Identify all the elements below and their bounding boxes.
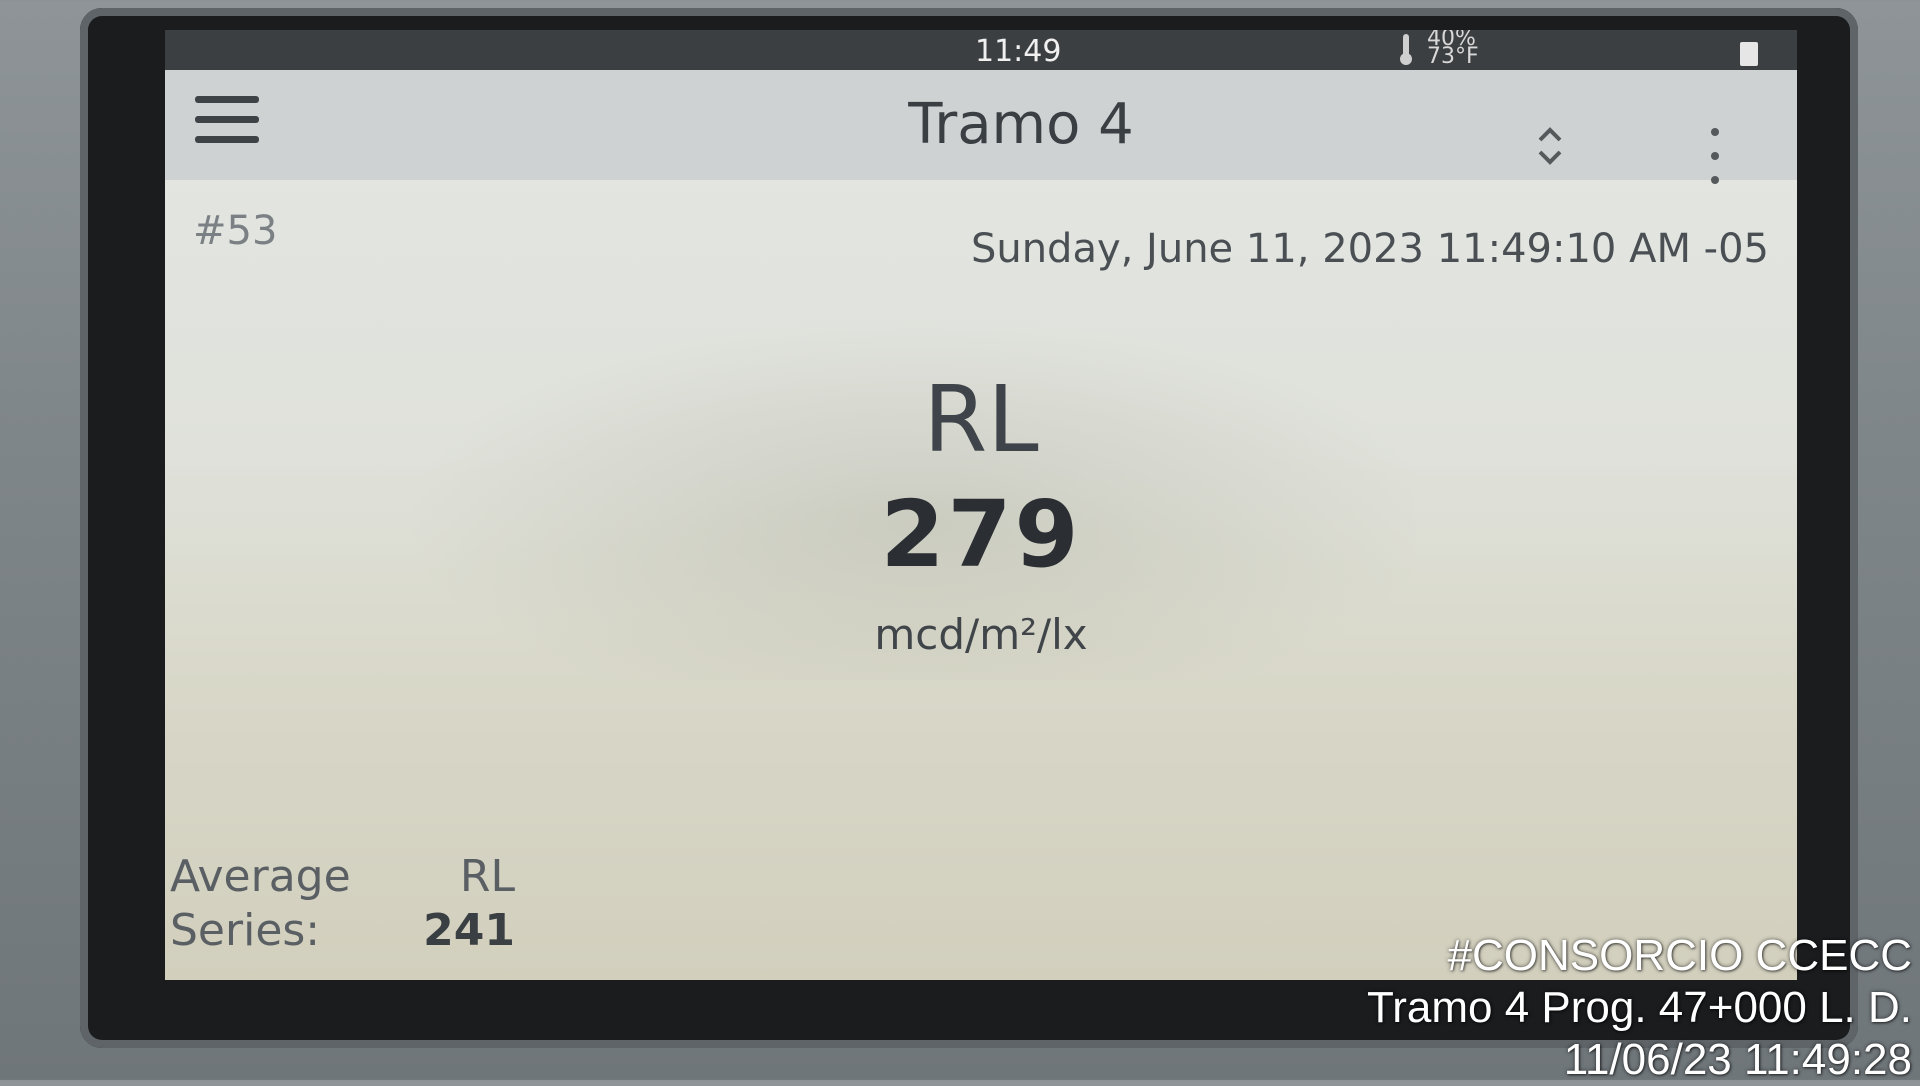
status-temperature: 73°F — [1427, 44, 1479, 69]
watermark-company: #CONSORCIO CCECC — [1447, 931, 1913, 980]
metric-value: 279 — [880, 481, 1082, 588]
record-number: #53 — [193, 208, 278, 254]
average-series: Average RL Series: 241 — [170, 850, 515, 958]
metric-unit: mcd/m²/lx — [874, 610, 1088, 659]
thermometer-icon — [1400, 34, 1412, 65]
average-metric: RL — [459, 851, 515, 902]
device-screen: 11:49 40% 73°F Tramo 4 #53 Sunday, June … — [165, 30, 1797, 980]
status-time: 11:49 — [975, 34, 1062, 69]
status-environment: 40% 73°F — [1427, 30, 1479, 69]
series-label: Series: — [170, 905, 321, 956]
sort-icon[interactable] — [1530, 122, 1570, 170]
battery-icon — [1740, 42, 1758, 66]
more-vert-icon[interactable] — [1705, 128, 1725, 198]
watermark-timestamp: 11/06/23 11:49:28 — [1563, 1035, 1912, 1084]
average-label: Average — [170, 851, 351, 902]
measurement-display: RL 279 mcd/m²/lx — [165, 365, 1797, 675]
record-datetime: Sunday, June 11, 2023 11:49:10 AM -05 — [970, 226, 1769, 272]
watermark-location: Tramo 4 Prog. 47+000 L. D. — [1367, 983, 1912, 1032]
average-value: 241 — [423, 905, 515, 956]
status-bar: 11:49 40% 73°F — [165, 30, 1797, 70]
app-bar: Tramo 4 — [165, 70, 1797, 184]
metric-name: RL — [923, 366, 1039, 473]
photo-watermark: #CONSORCIO CCECC Tramo 4 Prog. 47+000 L.… — [1367, 930, 1912, 1086]
